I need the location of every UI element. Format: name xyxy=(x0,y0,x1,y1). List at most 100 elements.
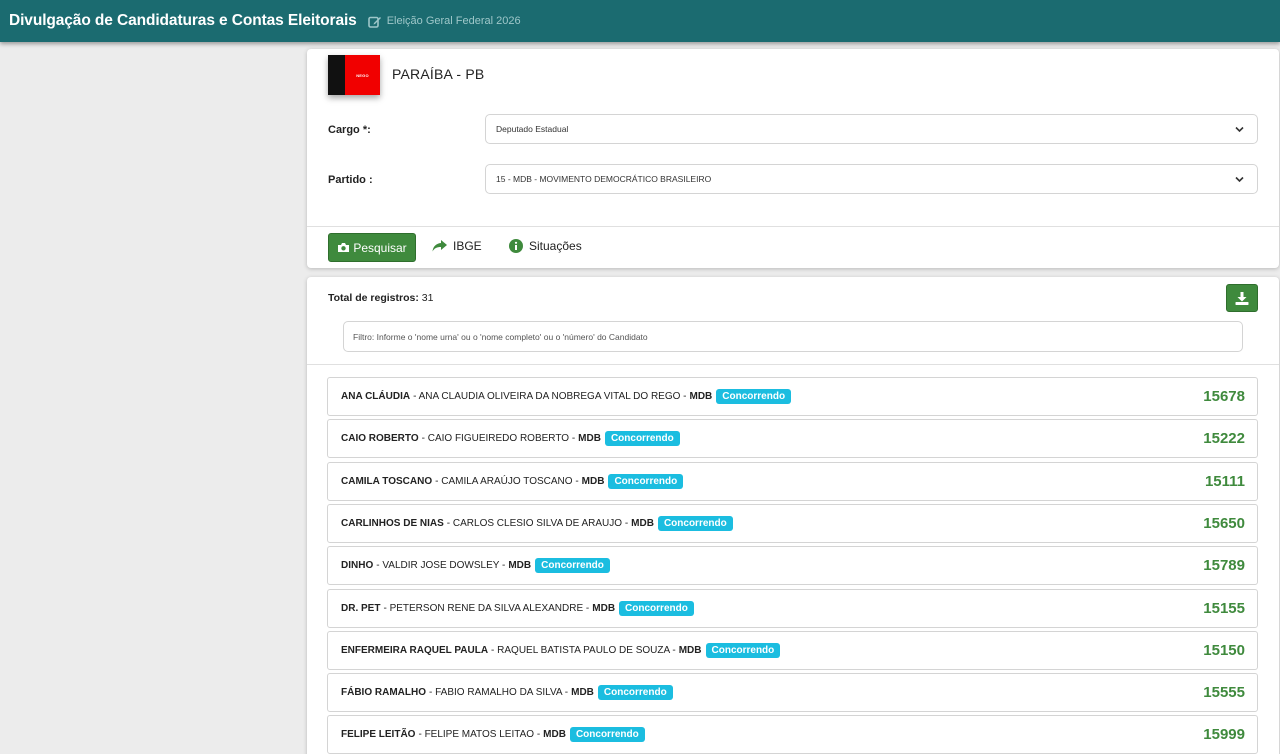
candidate-nome-completo: - CARLOS CLESIO SILVA DE ARAUJO - xyxy=(446,518,629,529)
candidate-partido: MDB xyxy=(592,603,616,614)
flag-black-band xyxy=(328,55,345,95)
total-label: Total de registros: xyxy=(328,292,419,304)
state-title: PARAÍBA - PB xyxy=(392,66,485,82)
candidate-number: 15555 xyxy=(1203,684,1245,701)
candidate-full-name-text: CAMILA ARAÚJO TOSCANO xyxy=(441,476,573,487)
candidate-number: 15678 xyxy=(1203,388,1245,405)
candidate-nome-urna: CAMILA TOSCANO xyxy=(341,476,433,487)
candidate-full-name-text: CARLOS CLESIO SILVA DE ARAUJO xyxy=(452,518,623,529)
ibge-label: IBGE xyxy=(453,239,482,253)
partido-label: Partido : xyxy=(328,174,373,186)
candidate-row[interactable]: ENFERMEIRA RAQUEL PAULA - RAQUEL BATISTA … xyxy=(327,631,1258,670)
election-selector[interactable]: Eleição Geral Federal 2026 xyxy=(367,15,521,28)
candidate-partido: MDB xyxy=(689,391,713,402)
search-panel: NEGO PARAÍBA - PB Cargo *: Deputado Esta… xyxy=(307,49,1279,268)
flag-red-band: NEGO xyxy=(345,55,380,95)
candidate-nome-completo: - VALDIR JOSE DOWSLEY - xyxy=(376,560,506,571)
cargo-select-value: Deputado Estadual xyxy=(496,124,569,134)
situacoes-link[interactable]: Situações xyxy=(509,239,582,253)
status-badge: Concorrendo xyxy=(597,685,673,700)
status-badge: Concorrendo xyxy=(619,601,694,616)
status-badge: Concorrendo xyxy=(608,474,684,489)
candidate-nome-completo: - FELIPE MATOS LEITAO - xyxy=(418,729,541,740)
candidate-nome-completo: - CAMILA ARAÚJO TOSCANO - xyxy=(435,476,579,487)
panel-divider xyxy=(307,226,1279,227)
flag-text: NEGO xyxy=(356,72,369,78)
candidate-nome-completo: - FABIO RAMALHO DA SILVA - xyxy=(429,687,569,698)
app-title: Divulgação de Candidaturas e Contas Elei… xyxy=(9,12,357,29)
results-divider xyxy=(307,364,1279,365)
situacoes-label: Situações xyxy=(529,239,582,253)
candidate-number: 15111 xyxy=(1204,473,1245,490)
candidate-row[interactable]: CAMILA TOSCANO - CAMILA ARAÚJO TOSCANO -M… xyxy=(327,462,1258,501)
search-button-label: Pesquisar xyxy=(353,240,407,255)
candidate-nome-urna: ENFERMEIRA RAQUEL PAULA xyxy=(341,645,489,656)
chevron-down-icon xyxy=(1235,126,1244,133)
candidate-row[interactable]: DINHO - VALDIR JOSE DOWSLEY - MDB Concorren… xyxy=(327,546,1258,585)
download-icon xyxy=(1235,291,1249,305)
candidate-row[interactable]: DR. PET - PETERSON RENE DA SILVA ALEXANDR… xyxy=(327,589,1258,628)
candidate-nome-urna: CAIO ROBERTO xyxy=(341,433,419,444)
candidate-row[interactable]: FELIPE LEITÃO - FELIPE MATOS LEITAO - MDB C… xyxy=(327,715,1258,754)
candidate-full-name-text: CAIO FIGUEIREDO ROBERTO xyxy=(427,433,570,444)
share-arrow-icon xyxy=(432,240,447,252)
election-name: Eleição Geral Federal 2026 xyxy=(386,15,521,27)
candidate-nome-completo: - CAIO FIGUEIREDO ROBERTO - xyxy=(421,433,576,444)
cargo-label: Cargo *: xyxy=(328,124,371,136)
candidate-partido: MDB xyxy=(578,433,601,444)
candidate-full-name-text: ANA CLAUDIA OLIVEIRA DA NOBREGA VITAL DO… xyxy=(418,391,681,402)
status-badge: Concorrendo xyxy=(604,431,680,446)
camera-icon xyxy=(338,243,350,252)
candidate-nome-completo: - PETERSON RENE DA SILVA ALEXANDRE - xyxy=(383,603,590,614)
candidate-partido: MDB xyxy=(508,560,532,571)
candidate-partido: MDB xyxy=(543,729,566,740)
candidate-row[interactable]: ANA CLÁUDIA - ANA CLAUDIA OLIVEIRA DA NOB… xyxy=(327,377,1258,416)
candidate-number: 15222 xyxy=(1203,430,1245,447)
candidate-nome-urna: FÁBIO RAMALHO xyxy=(341,687,426,698)
candidate-number: 15999 xyxy=(1203,726,1245,743)
ibge-link[interactable]: IBGE xyxy=(432,239,482,253)
candidate-nome-completo: - RAQUEL BATISTA PAULO DE SOUZA - xyxy=(491,645,676,656)
status-badge: Concorrendo xyxy=(657,516,733,531)
candidate-nome-urna: ANA CLÁUDIA xyxy=(341,391,411,402)
candidate-nome-urna: CARLINHOS DE NIAS xyxy=(341,518,444,529)
status-badge: Concorrendo xyxy=(716,389,792,404)
search-button[interactable]: Pesquisar xyxy=(328,233,416,262)
candidate-nome-urna: FELIPE LEITÃO xyxy=(341,729,416,740)
state-flag: NEGO xyxy=(328,55,380,95)
candidate-nome-urna: DINHO xyxy=(341,560,374,571)
partido-select-value: 15 - MDB - MOVIMENTO DEMOCRÁTICO BRASILE… xyxy=(496,174,712,184)
results-panel: Total de registros: 31 Filtro: Informe o… xyxy=(307,277,1279,754)
download-button[interactable] xyxy=(1226,284,1258,312)
top-bar: Divulgação de Candidaturas e Contas Elei… xyxy=(0,0,1280,42)
filter-placeholder: Filtro: Informe o 'nome urna' ou o 'nome… xyxy=(353,331,648,342)
chevron-down-icon xyxy=(1235,176,1244,183)
total-records: Total de registros: 31 xyxy=(328,292,433,304)
candidate-row[interactable]: FÁBIO RAMALHO - FABIO RAMALHO DA SILVA -M… xyxy=(327,673,1258,712)
status-badge: Concorrendo xyxy=(535,558,610,573)
candidate-number: 15789 xyxy=(1203,557,1245,574)
total-value: 31 xyxy=(421,292,434,304)
candidate-full-name-text: VALDIR JOSE DOWSLEY xyxy=(382,560,500,571)
info-circle-icon xyxy=(509,239,523,253)
partido-select[interactable]: 15 - MDB - MOVIMENTO DEMOCRÁTICO BRASILE… xyxy=(485,164,1258,194)
candidate-nome-urna: DR. PET xyxy=(341,603,381,614)
candidate-row[interactable]: CARLINHOS DE NIAS - CARLOS CLESIO SILVA D… xyxy=(327,504,1258,543)
candidate-partido: MDB xyxy=(571,687,594,698)
candidate-full-name-text: FABIO RAMALHO DA SILVA xyxy=(435,687,563,698)
candidate-number: 15650 xyxy=(1203,515,1245,532)
candidate-partido: MDB xyxy=(581,476,605,487)
candidate-full-name-text: FELIPE MATOS LEITAO xyxy=(424,729,535,740)
candidate-partido: MDB xyxy=(631,518,654,529)
candidate-partido: MDB xyxy=(678,645,702,656)
status-badge: Concorrendo xyxy=(705,643,781,658)
edit-icon xyxy=(367,16,381,28)
candidate-filter-input[interactable]: Filtro: Informe o 'nome urna' ou o 'nome… xyxy=(343,321,1243,352)
candidate-nome-completo: - ANA CLAUDIA OLIVEIRA DA NOBREGA VITAL … xyxy=(413,391,687,402)
candidate-number: 15150 xyxy=(1203,642,1245,659)
status-badge: Concorrendo xyxy=(569,727,645,742)
cargo-select[interactable]: Deputado Estadual xyxy=(485,114,1258,144)
candidate-number: 15155 xyxy=(1203,600,1245,617)
candidate-row[interactable]: CAIO ROBERTO - CAIO FIGUEIREDO ROBERTO -M… xyxy=(327,419,1258,458)
candidate-full-name-text: RAQUEL BATISTA PAULO DE SOUZA xyxy=(497,645,670,656)
